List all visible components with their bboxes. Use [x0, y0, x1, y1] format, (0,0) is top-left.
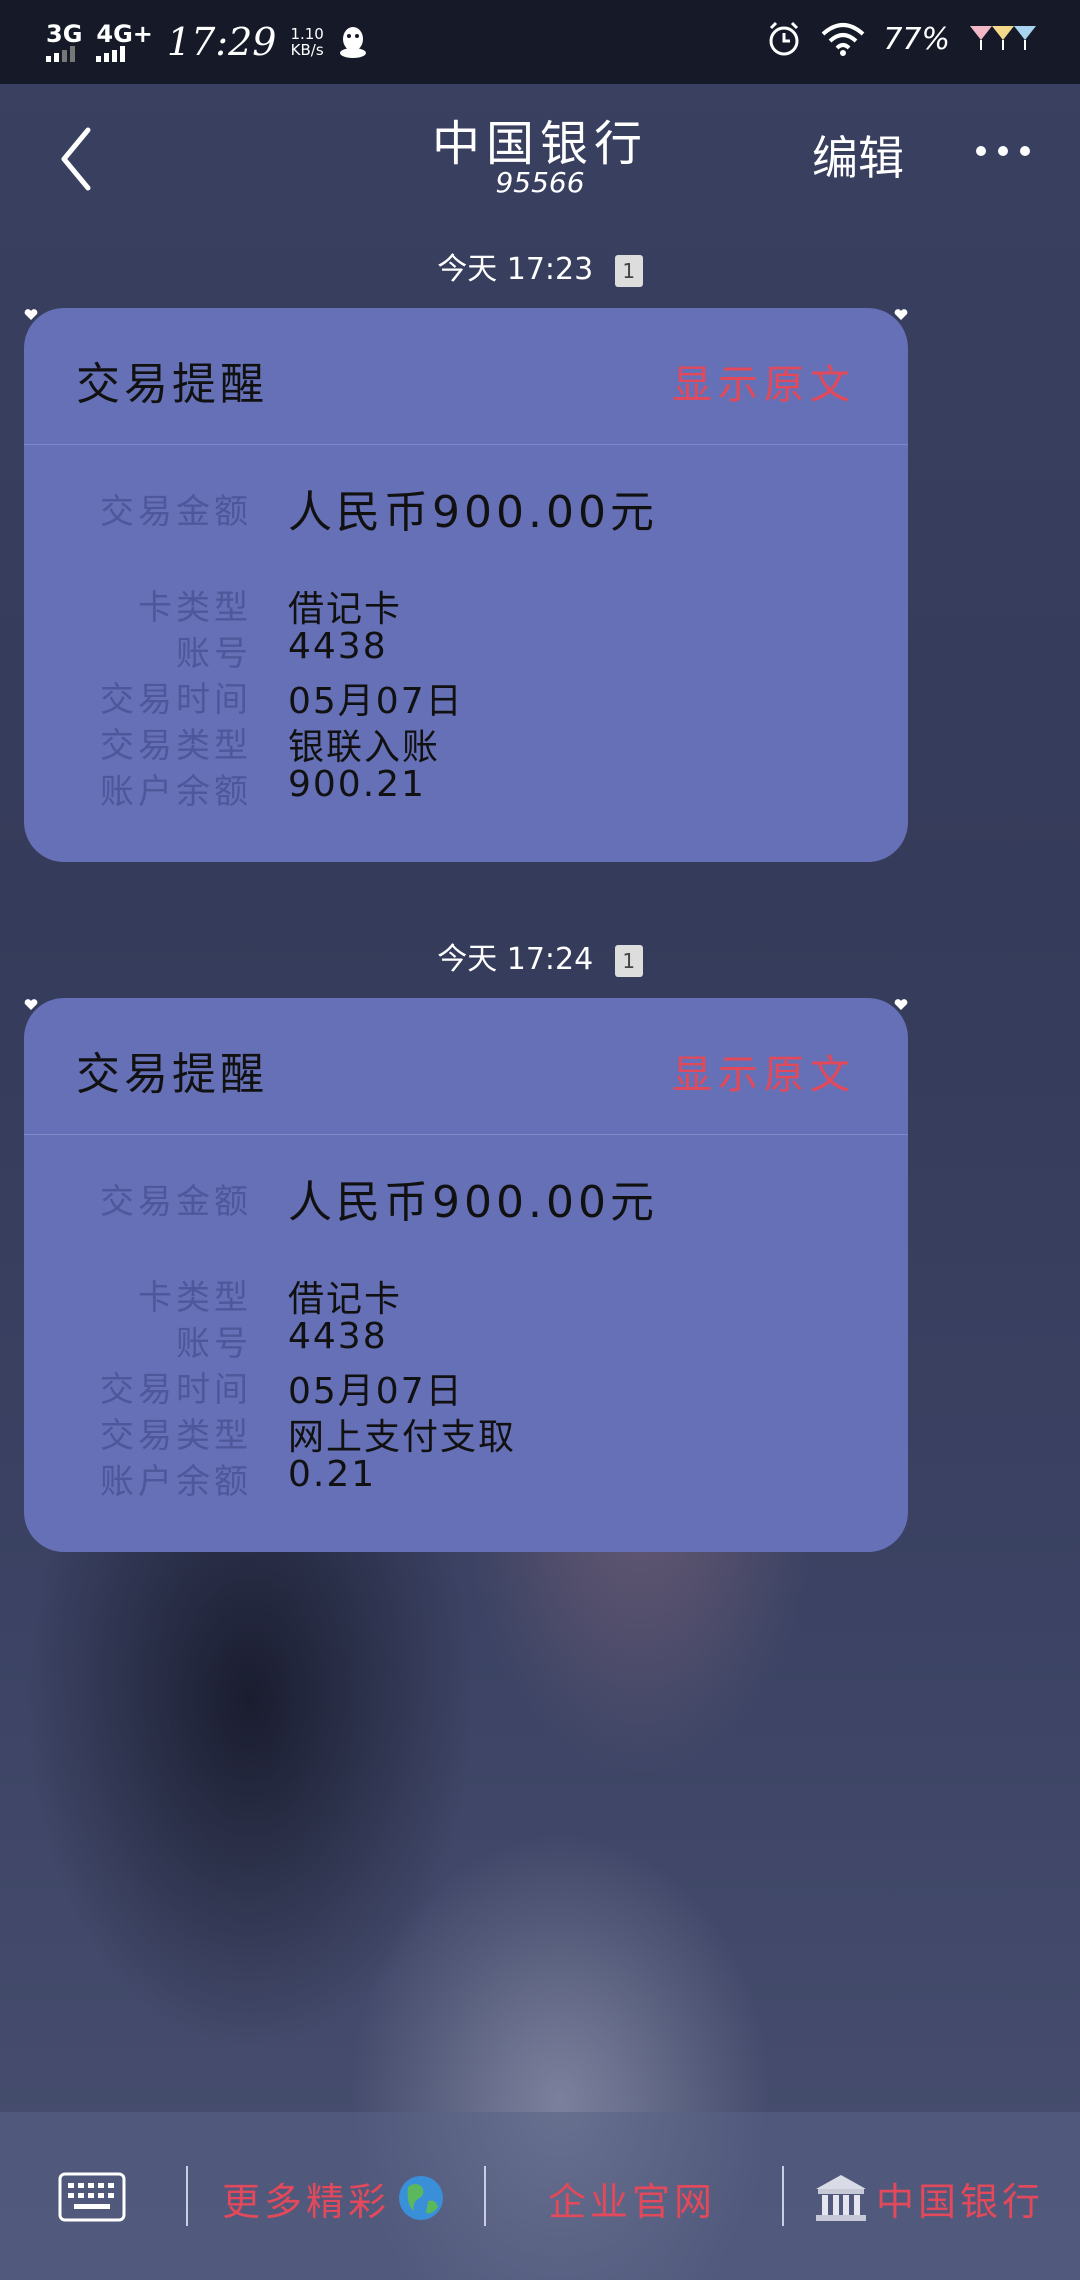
field-value: 网上支付支取	[288, 1417, 517, 1458]
field-label: 账户余额	[100, 1462, 252, 1502]
field-label: 交易时间	[100, 1370, 252, 1410]
alarm-icon	[769, 21, 799, 56]
field-row-amount: 交易金额 人民币900.00元	[24, 1174, 658, 1230]
battery-cocktail-icon	[970, 26, 1036, 50]
field-row-amount: 交易金额 人民币900.00元	[24, 484, 658, 540]
signal-bars-icon	[46, 46, 75, 62]
field-row-time: 交易时间 05月07日	[24, 672, 464, 724]
timestamp-text: 今天 17:23	[437, 252, 594, 287]
speed-unit: KB/s	[290, 41, 324, 59]
show-original-button[interactable]: 显示原文	[672, 352, 856, 410]
field-row-balance: 账户余额 0.21	[24, 1454, 376, 1503]
message-timestamp: 今天 17:24 1	[0, 934, 1080, 978]
signal-bars-icon	[96, 46, 126, 62]
sim-card-icon: 1	[614, 944, 643, 977]
field-row-type: 交易类型 银联入账	[24, 718, 440, 770]
signal-3g: 3G	[46, 22, 82, 62]
field-label: 交易时间	[100, 680, 252, 720]
field-value: 900.21	[288, 764, 426, 805]
field-row-time: 交易时间 05月07日	[24, 1362, 464, 1414]
network-label-1: 3G	[46, 20, 83, 48]
field-row-account: 账号 4438	[24, 1316, 388, 1365]
field-value: 人民币900.00元	[288, 487, 658, 538]
signal-4g: 4G+	[96, 22, 153, 62]
field-label: 卡类型	[138, 1278, 252, 1318]
field-value: 05月07日	[288, 681, 464, 722]
wifi-icon	[821, 23, 865, 56]
menu-divider	[782, 2166, 784, 2226]
network-label-2: 4G+	[96, 20, 153, 48]
speed-value: 1.10	[290, 25, 324, 43]
field-label: 账号	[176, 1324, 252, 1364]
conversation-header: 中国银行 95566 编辑	[0, 84, 1080, 234]
field-label: 交易金额	[100, 492, 252, 532]
contact-name: 中国银行	[431, 116, 648, 172]
field-label: 交易类型	[100, 1416, 252, 1456]
field-value: 0.21	[288, 1454, 377, 1495]
battery-percent: 77%	[883, 21, 950, 57]
menu-official-site[interactable]: 企业官网	[548, 2168, 716, 2228]
sim-card-icon: 1	[614, 254, 643, 287]
field-label: 交易金额	[100, 1182, 252, 1222]
menu-bank-of-china[interactable]: 中国银行	[814, 2168, 1044, 2228]
bottom-menu-bar: 更多精彩 企业官网 中国银行	[0, 2112, 1080, 2280]
transaction-card[interactable]: 交易提醒 显示原文 交易金额 人民币900.00元 卡类型 借记卡 账号 443…	[24, 308, 908, 862]
more-options-icon[interactable]	[976, 146, 1030, 156]
field-label: 账号	[176, 634, 252, 674]
contact-number: 95566	[495, 166, 585, 199]
card-title: 交易提醒	[76, 1049, 268, 1100]
field-value: 4438	[288, 1316, 388, 1357]
field-label: 交易类型	[100, 726, 252, 766]
field-value: 借记卡	[288, 1279, 403, 1320]
transaction-card[interactable]: 交易提醒 显示原文 交易金额 人民币900.00元 卡类型 借记卡 账号 443…	[24, 998, 908, 1552]
menu-more-highlights[interactable]: 更多精彩	[222, 2168, 446, 2228]
field-value: 人民币900.00元	[288, 1177, 658, 1228]
clock: 17:29	[166, 20, 277, 64]
field-row-card-type: 卡类型 借记卡	[24, 1270, 402, 1322]
status-bar: 3G 4G+ 17:29 1.10 KB/s 77%	[0, 0, 1080, 84]
field-row-type: 交易类型 网上支付支取	[24, 1408, 516, 1460]
card-header: 交易提醒 显示原文	[24, 998, 908, 1135]
field-label: 账户余额	[100, 772, 252, 812]
show-original-button[interactable]: 显示原文	[672, 1042, 856, 1100]
field-value: 银联入账	[288, 727, 441, 768]
field-value: 4438	[288, 626, 388, 667]
bank-building-icon	[816, 2175, 866, 2221]
globe-icon	[399, 2176, 444, 2220]
network-speed: 1.10 KB/s	[290, 26, 323, 58]
menu-divider	[186, 2166, 188, 2226]
edit-button[interactable]: 编辑	[812, 122, 904, 188]
field-value: 借记卡	[288, 589, 403, 630]
card-header: 交易提醒 显示原文	[24, 308, 908, 445]
menu-bank-label: 中国银行	[876, 2179, 1045, 2224]
field-row-card-type: 卡类型 借记卡	[24, 580, 402, 632]
timestamp-text: 今天 17:24	[437, 942, 594, 977]
field-row-account: 账号 4438	[24, 626, 388, 675]
field-row-balance: 账户余额 900.21	[24, 764, 426, 813]
message-timestamp: 今天 17:23 1	[0, 244, 1080, 288]
card-title: 交易提醒	[76, 359, 268, 410]
menu-site-label: 企业官网	[548, 2179, 717, 2224]
menu-more-label: 更多精彩	[222, 2179, 391, 2224]
menu-divider	[484, 2166, 486, 2226]
field-value: 05月07日	[288, 1371, 464, 1412]
keyboard-icon[interactable]	[58, 2172, 126, 2222]
qq-penguin-icon	[339, 27, 366, 58]
field-label: 卡类型	[138, 588, 252, 628]
